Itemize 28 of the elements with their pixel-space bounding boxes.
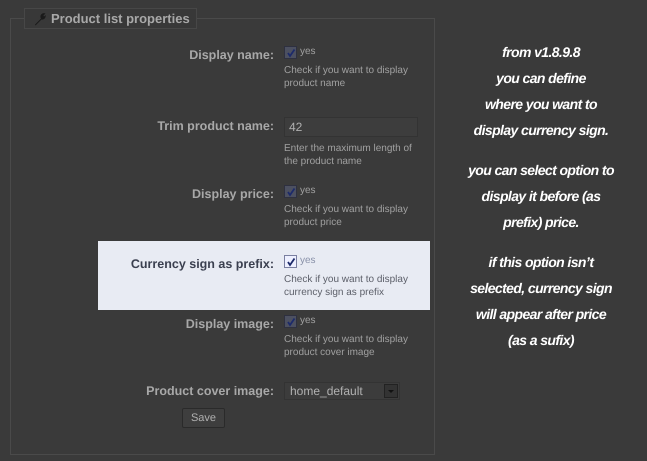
field-label: Display price: xyxy=(191,186,275,203)
field-label: Display name: xyxy=(188,47,275,64)
field-label: Currency sign as prefix: xyxy=(130,256,275,273)
help-text: Enter the maximum length of the product name xyxy=(284,142,413,168)
field-label: Trim product name: xyxy=(156,118,275,135)
annotation-text: from v1.8.9.8 you can define where you want to display currency sign. xyxy=(474,43,608,140)
option-label: yes xyxy=(300,255,316,266)
wrench-icon xyxy=(33,12,47,26)
checkbox[interactable] xyxy=(284,255,297,268)
option-label: yes xyxy=(300,185,316,196)
annotation-text: if this option isn’t selected, currency sign will appear after price (as a sufix) xyxy=(470,253,612,350)
field-label: Display image: xyxy=(184,316,275,333)
checkbox[interactable] xyxy=(284,185,297,198)
annotation-text: you can select option to display it before (as prefix) price. xyxy=(468,161,614,232)
select-field[interactable]: home_default xyxy=(284,382,400,400)
option-label: yes xyxy=(300,315,316,326)
help-text: Check if you want to display product cover image xyxy=(284,333,409,359)
help-text: Check if you want to display product price xyxy=(284,203,409,229)
option-label: yes xyxy=(300,46,316,57)
help-text: Check if you want to display currency sign as prefix xyxy=(284,273,409,299)
help-text: Check if you want to display product name xyxy=(284,64,409,90)
save-button[interactable]: Save xyxy=(182,408,226,428)
panel-title: Product list properties xyxy=(51,11,190,26)
input-field[interactable]: 42 xyxy=(284,117,418,137)
checkbox[interactable] xyxy=(284,315,297,328)
caret-icon xyxy=(384,384,398,398)
checkbox[interactable] xyxy=(284,46,297,59)
field-label: Product cover image: xyxy=(145,383,275,400)
